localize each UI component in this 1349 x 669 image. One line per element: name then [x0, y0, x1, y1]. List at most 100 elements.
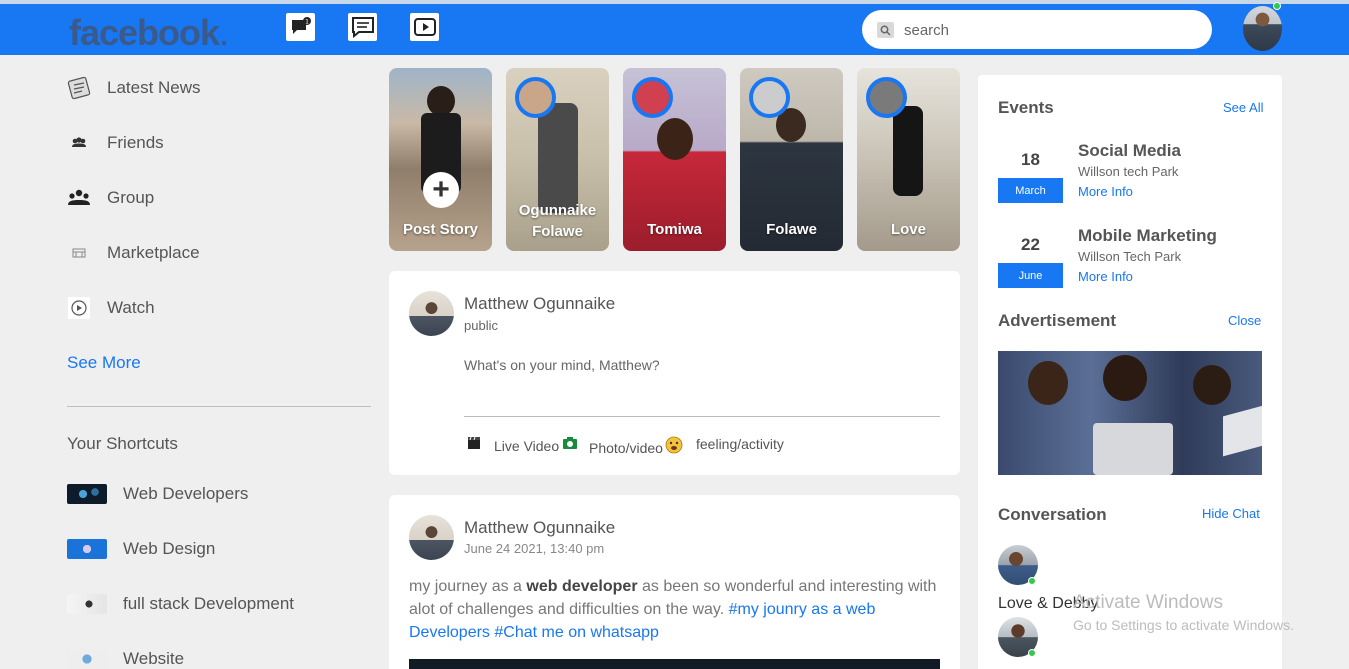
event-place: Willson tech Park	[1078, 164, 1179, 179]
sidebar-item-label: Marketplace	[107, 243, 200, 262]
sidebar-item-marketplace[interactable]: Marketplace	[67, 239, 200, 267]
friends-icon	[67, 131, 91, 155]
shortcut-web-design[interactable]: Web Design	[67, 537, 215, 561]
shortcut-thumbnail	[67, 539, 107, 559]
shortcut-thumbnail	[67, 594, 107, 614]
event-title[interactable]: Mobile Marketing	[1078, 226, 1217, 246]
news-icon	[67, 76, 91, 100]
sidebar-item-label: Friends	[107, 133, 164, 152]
story-name: Folawe	[766, 221, 817, 238]
activate-windows-watermark: Activate Windows	[1073, 592, 1223, 613]
advertisement-image[interactable]	[998, 351, 1262, 475]
laptop-image	[1093, 423, 1173, 475]
marketplace-icon	[67, 241, 91, 265]
notification-chat-icon[interactable]: 1	[286, 13, 315, 41]
group-icon	[67, 186, 91, 210]
search-box[interactable]	[862, 10, 1212, 49]
laptop-image	[1223, 405, 1262, 457]
post-text-start: my journey as a	[409, 578, 527, 595]
post-author[interactable]: Matthew Ogunnaike	[464, 518, 615, 538]
message-icon[interactable]	[348, 13, 377, 41]
live-video-button[interactable]: Live Video	[467, 436, 578, 455]
search-icon	[877, 22, 894, 38]
sidebar-item-latest-news[interactable]: Latest News	[67, 74, 201, 102]
top-navbar: facebook 1	[0, 2, 1349, 55]
sidebar-item-label: Group	[107, 188, 155, 207]
event-month: March	[998, 178, 1063, 203]
story-card[interactable]: Tomiwa	[623, 68, 726, 251]
story-avatar-ring	[866, 77, 907, 118]
logo-dot	[222, 41, 226, 45]
story-card-post[interactable]: + Post Story	[389, 68, 492, 251]
close-ad-link[interactable]: Close	[1228, 313, 1261, 328]
composer-avatar	[409, 291, 454, 336]
story-avatar-ring	[515, 77, 556, 118]
story-card[interactable]: Folawe	[740, 68, 843, 251]
story-person-image	[893, 106, 923, 196]
composer-divider	[464, 416, 940, 417]
video-play-icon[interactable]	[410, 13, 439, 41]
activate-windows-subtext: Go to Settings to activate Windows.	[1073, 617, 1294, 633]
story-card[interactable]: Ogunnaike Folawe	[506, 68, 609, 251]
story-person-image	[657, 118, 693, 160]
conversation-title: Conversation	[998, 505, 1107, 524]
story-name: Tomiwa	[647, 221, 702, 238]
post-hashtag[interactable]: #Chat me on whatsapp	[494, 624, 659, 641]
composer-author: Matthew Ogunnaike	[464, 294, 616, 313]
see-more-link[interactable]: See More	[67, 353, 141, 373]
ad-person-image	[1103, 355, 1147, 401]
clapperboard-icon	[467, 436, 481, 455]
live-video-label: Live Video	[494, 437, 560, 454]
story-person-image	[427, 86, 455, 116]
shortcut-web-developers[interactable]: Web Developers	[67, 482, 248, 506]
facebook-logo[interactable]: facebook	[69, 12, 220, 54]
shortcut-label: Web Design	[123, 539, 216, 558]
add-story-plus-icon[interactable]: +	[423, 172, 459, 208]
photo-video-button[interactable]: Photo/video	[589, 436, 683, 459]
post-composer-card: Matthew Ogunnaike public What's on your …	[389, 271, 960, 475]
story-name: Post Story	[402, 221, 478, 238]
svg-text:1: 1	[305, 19, 309, 26]
post-avatar[interactable]	[409, 515, 454, 560]
post-card: Matthew Ogunnaike June 24 2021, 13:40 pm…	[389, 495, 960, 669]
photo-video-label: Photo/video	[589, 439, 663, 456]
more-info-link[interactable]: More Info	[1078, 184, 1133, 199]
profile-avatar[interactable]	[1243, 6, 1282, 51]
camera-icon	[562, 436, 578, 455]
sidebar-item-label: Watch	[107, 298, 155, 317]
feeling-activity-button[interactable]: feeling/activity	[696, 436, 784, 452]
event-day: 18	[1021, 150, 1040, 169]
watch-icon	[67, 296, 91, 320]
story-avatar-ring	[632, 77, 673, 118]
search-input[interactable]	[904, 19, 1184, 41]
sidebar-item-group[interactable]: Group	[67, 184, 154, 212]
post-date: June 24 2021, 13:40 pm	[464, 541, 605, 556]
shortcut-website[interactable]: Website	[67, 647, 184, 669]
shortcut-label: Web Developers	[123, 484, 249, 503]
composer-prompt[interactable]: What's on your mind, Matthew?	[464, 357, 660, 373]
sidebar-item-watch[interactable]: Watch	[67, 294, 155, 322]
shortcut-thumbnail	[67, 649, 107, 669]
story-person-image	[538, 103, 578, 213]
story-name: Love	[890, 221, 926, 238]
hide-chat-link[interactable]: Hide Chat	[1202, 506, 1260, 521]
see-all-link[interactable]: See All	[1223, 100, 1263, 115]
post-image[interactable]	[409, 659, 940, 669]
composer-visibility[interactable]: public	[464, 318, 498, 333]
ad-person-image	[1193, 365, 1231, 405]
sidebar-item-friends[interactable]: Friends	[67, 129, 164, 157]
post-text: my journey as a web developer as been so…	[409, 575, 939, 644]
more-info-link[interactable]: More Info	[1078, 269, 1133, 284]
shortcut-label: full stack Development	[123, 594, 295, 613]
story-card[interactable]: Love	[857, 68, 960, 251]
event-day: 22	[1021, 235, 1040, 254]
advertisement-title: Advertisement	[998, 311, 1117, 330]
post-text-bold: web developer	[526, 578, 638, 595]
sidebar-divider	[67, 406, 371, 407]
event-place: Willson Tech Park	[1078, 249, 1182, 264]
story-avatar-ring	[749, 77, 790, 118]
online-indicator	[1273, 2, 1281, 10]
events-title: Events	[998, 98, 1054, 117]
shortcut-full-stack[interactable]: full stack Development	[67, 592, 294, 616]
event-title[interactable]: Social Media	[1078, 141, 1181, 161]
